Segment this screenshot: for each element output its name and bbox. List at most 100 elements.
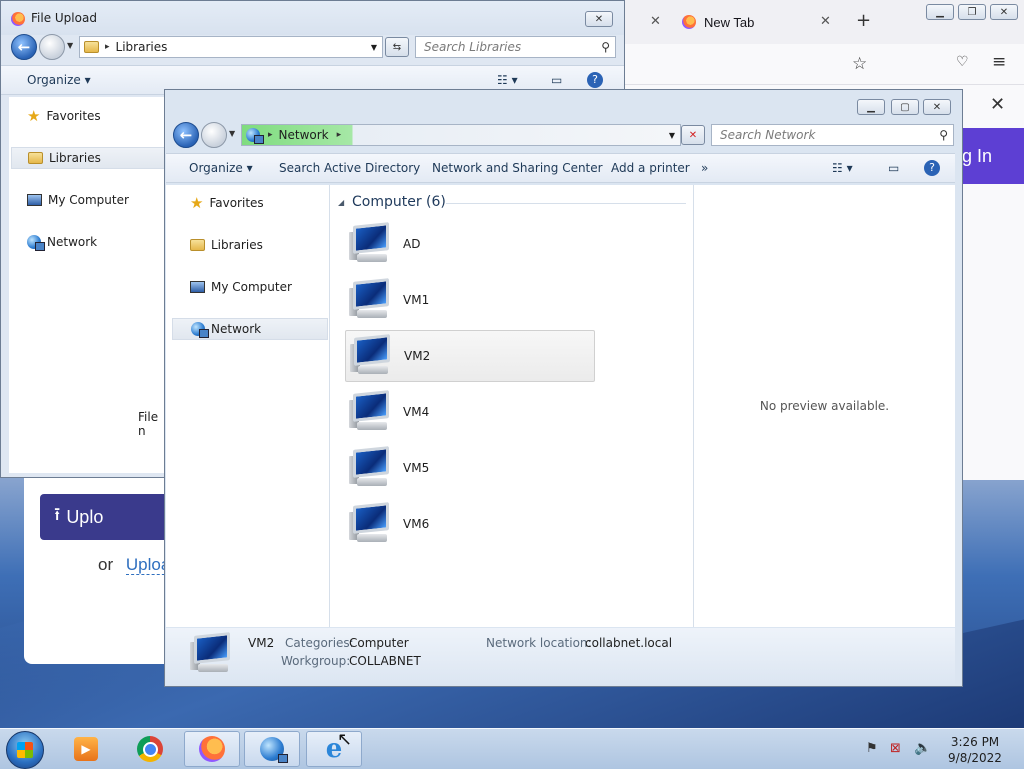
restore-button[interactable]: ❐ [958, 4, 986, 20]
computer-icon [347, 278, 395, 322]
computer-item-vm4[interactable]: VM4 [345, 386, 595, 438]
computer-item-vm1[interactable]: VM1 [345, 274, 595, 326]
pocket-icon[interactable]: ♡ [956, 54, 969, 70]
computer-item-vm6[interactable]: VM6 [345, 498, 595, 550]
organize-menu[interactable]: Organize ▾ [189, 161, 253, 175]
new-tab-icon[interactable]: + [856, 10, 871, 31]
tab-new-tab[interactable]: New Tab [682, 6, 842, 38]
stop-icon[interactable]: ✕ [681, 125, 705, 145]
help-icon[interactable]: ? [587, 72, 603, 88]
nav-item-network[interactable]: Network [172, 318, 328, 340]
action-center-icon[interactable]: ⚑ [866, 741, 878, 756]
upload-icon: ⭱ [54, 504, 61, 524]
computer-label: VM5 [403, 461, 430, 475]
nav-item-libraries[interactable]: Libraries [11, 147, 165, 169]
address-text: Network [278, 128, 329, 142]
system-clock[interactable]: 3:26 PM 9/8/2022 [945, 734, 1005, 766]
minimize-button[interactable]: ▁ [926, 4, 954, 20]
more-commands-button[interactable]: » [701, 161, 708, 175]
preview-pane-icon[interactable]: ▭ [888, 161, 899, 175]
collapse-group-icon[interactable]: ◢ [338, 198, 344, 207]
search-placeholder: Search Network [720, 128, 816, 142]
refresh-icon[interactable]: ⇆ [385, 37, 409, 57]
nav-label: Libraries [211, 238, 263, 252]
breadcrumb-arrow-icon: ▸ [268, 130, 273, 140]
group-header[interactable]: Computer (6) [352, 194, 446, 210]
close-icon[interactable]: ✕ [990, 94, 1005, 115]
close-button[interactable]: ✕ [923, 99, 951, 115]
search-icon[interactable]: ⚲ [939, 128, 948, 142]
computer-icon [347, 446, 395, 490]
taskbar-explorer[interactable] [244, 731, 300, 767]
close-button[interactable]: ✕ [990, 4, 1018, 20]
view-options-icon[interactable]: ☷ ▾ [832, 161, 853, 175]
computer-item-vm2[interactable]: VM2 [345, 330, 595, 382]
computer-icon [348, 334, 396, 378]
nav-item-my-computer[interactable]: My Computer [9, 189, 165, 211]
network-status-icon[interactable]: ⊠ [890, 741, 901, 756]
nav-label: Favorites [209, 196, 264, 210]
computer-item-ad[interactable]: AD [345, 218, 595, 270]
taskbar-internet-explorer[interactable]: e [306, 731, 362, 767]
start-button[interactable] [6, 731, 44, 769]
organize-menu[interactable]: Organize ▾ [27, 73, 91, 87]
categories-value: Computer [349, 636, 409, 650]
recent-pages-chevron-icon[interactable]: ▼ [67, 41, 73, 50]
upload-button[interactable]: ⭱ Uplo [40, 494, 170, 540]
clock-time: 3:26 PM [950, 735, 1000, 749]
nav-item-network[interactable]: Network [9, 231, 165, 253]
close-button[interactable]: ✕ [585, 11, 613, 27]
taskbar-media-player[interactable]: ▶ [58, 731, 114, 767]
library-icon [84, 41, 99, 53]
taskbar-chrome[interactable] [122, 731, 178, 767]
close-tab-icon[interactable]: ✕ [820, 14, 831, 29]
taskbar-firefox[interactable] [184, 731, 240, 767]
forward-button[interactable] [39, 34, 65, 60]
details-pane: VM2 Categories: Computer Workgroup: COLL… [166, 628, 955, 684]
nav-item-my-computer[interactable]: My Computer [172, 276, 328, 298]
address-bar[interactable]: ▸ Network ▸ ▼ [241, 124, 681, 146]
dialog-title: File Upload [31, 11, 97, 25]
upload-alt-text: or Uploa [98, 555, 171, 575]
taskbar: ▶ e ↖ ⚑ ⊠ 🔈 3:26 PM 9/8/2022 [0, 728, 1024, 769]
bookmark-star-icon[interactable]: ☆ [852, 54, 867, 74]
volume-icon[interactable]: 🔈 [914, 740, 931, 756]
search-icon[interactable]: ⚲ [601, 40, 610, 54]
search-input[interactable]: Search Network ⚲ [711, 124, 954, 146]
menu-icon[interactable]: ≡ [992, 52, 1006, 72]
back-button[interactable]: ← [173, 122, 199, 148]
address-dropdown-icon[interactable]: ▼ [371, 43, 377, 52]
firefox-icon [682, 15, 696, 29]
nav-label: Network [47, 235, 98, 249]
command-bar: Organize ▾ Search Active Directory Netwo… [166, 153, 955, 183]
search-active-directory-button[interactable]: Search Active Directory [279, 161, 420, 175]
nav-item-favorites[interactable]: ★ Favorites [172, 192, 328, 214]
view-options-icon[interactable]: ☷ ▾ [497, 73, 518, 87]
nav-item-libraries[interactable]: Libraries [172, 234, 328, 256]
computer-item-vm5[interactable]: VM5 [345, 442, 595, 494]
recent-pages-chevron-icon[interactable]: ▼ [229, 129, 235, 138]
maximize-button[interactable]: ▢ [891, 99, 919, 115]
back-button[interactable]: ← [11, 34, 37, 60]
filename-label: File n [138, 410, 159, 438]
close-tab-icon[interactable]: ✕ [650, 14, 661, 29]
computer-icon [347, 222, 395, 266]
network-icon [246, 128, 264, 144]
breadcrumb-arrow-icon[interactable]: ▸ [337, 130, 342, 140]
address-dropdown-icon[interactable]: ▼ [669, 131, 675, 140]
firefox-icon [199, 736, 225, 762]
network-sharing-center-button[interactable]: Network and Sharing Center [432, 161, 603, 175]
preview-pane-icon[interactable]: ▭ [551, 73, 562, 87]
forward-button[interactable] [201, 122, 227, 148]
search-placeholder: Search Libraries [424, 40, 522, 54]
help-icon[interactable]: ? [924, 160, 940, 176]
categories-label: Categories: [285, 636, 354, 650]
or-label: or [98, 555, 114, 574]
windows-logo-icon [17, 742, 33, 758]
nav-item-favorites[interactable]: ★ Favorites [9, 105, 165, 127]
address-bar[interactable]: ▸ Libraries ▼ [79, 36, 383, 58]
minimize-button[interactable]: ▁ [857, 99, 885, 115]
network-location-value: collabnet.local [585, 636, 673, 650]
search-input[interactable]: Search Libraries ⚲ [415, 36, 616, 58]
add-printer-button[interactable]: Add a printer [611, 161, 690, 175]
